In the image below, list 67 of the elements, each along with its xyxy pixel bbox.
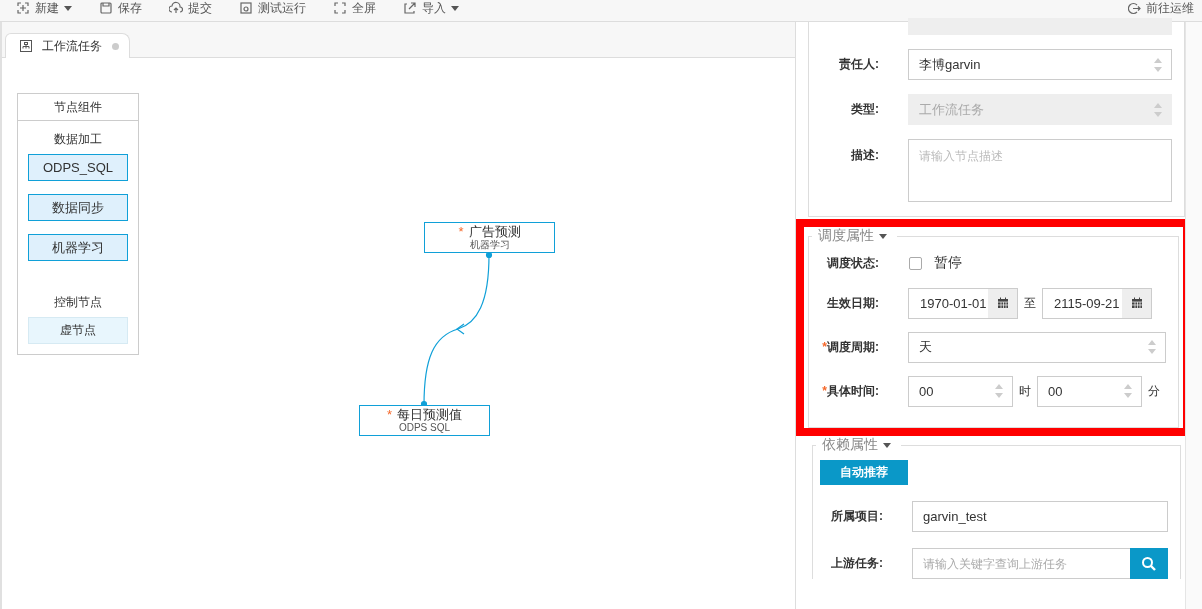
- field-label: *调度周期:: [821, 338, 879, 356]
- spinner-icon[interactable]: [1123, 383, 1133, 399]
- node-title: * 每日预测值: [386, 408, 463, 422]
- description-field[interactable]: 请输入节点描述: [908, 139, 1172, 202]
- toolbar-button[interactable]: 提交: [169, 1, 212, 15]
- search-icon: [1141, 555, 1157, 572]
- field-label: 所属项目:: [830, 508, 883, 525]
- group-title: 控制节点: [54, 294, 102, 311]
- toolbar-button[interactable]: 导入: [403, 1, 459, 15]
- calendar-icon: [1130, 297, 1143, 309]
- calendar-button[interactable]: [1122, 288, 1151, 318]
- node-type: 机器学习: [469, 239, 510, 250]
- node-title: * 广告预测: [458, 225, 521, 239]
- group-title: 数据加工: [54, 131, 102, 148]
- node-type: ODPS SQL: [398, 422, 451, 433]
- component-item[interactable]: ODPS_SQL: [28, 154, 128, 181]
- component-item[interactable]: 机器学习: [28, 234, 128, 261]
- panel-title: 节点组件: [54, 98, 102, 116]
- select-field[interactable]: 天: [908, 331, 1166, 363]
- checkbox[interactable]: [909, 256, 922, 270]
- project-field[interactable]: garvin_test: [912, 501, 1168, 532]
- checkbox-label: 暂停: [934, 254, 962, 272]
- field-label: 描述:: [850, 147, 879, 164]
- date-field[interactable]: 1970-01-01: [908, 287, 1018, 319]
- field-label: 生效日期:: [826, 294, 879, 312]
- field-label: 责任人:: [838, 56, 879, 73]
- exit-icon: [1128, 1, 1141, 15]
- cloud-upload-icon: [169, 1, 183, 15]
- save-icon: [99, 1, 113, 15]
- workflow-node[interactable]: * 广告预测 机器学习: [424, 222, 555, 253]
- range-separator: 至: [1024, 294, 1036, 312]
- field-label: 上游任务:: [830, 555, 883, 572]
- date-field[interactable]: 2115-09-21: [1042, 287, 1152, 319]
- editor-tab[interactable]: 工作流任务: [5, 33, 130, 58]
- calendar-icon: [996, 297, 1009, 309]
- component-item[interactable]: 数据同步: [28, 194, 128, 221]
- toolbar-button[interactable]: 新建: [16, 1, 72, 15]
- calendar-button[interactable]: [988, 288, 1017, 318]
- goto-link[interactable]: 前往运维: [1128, 1, 1194, 15]
- unit-label: 时: [1019, 382, 1031, 400]
- hour-field[interactable]: 00: [908, 375, 1013, 407]
- section-title[interactable]: 依赖属性: [816, 436, 901, 454]
- field-label: 类型:: [850, 101, 879, 118]
- import-icon: [403, 1, 417, 15]
- component-item[interactable]: 虚节点: [28, 317, 128, 344]
- run-icon: [239, 1, 253, 15]
- caret-icon: [883, 442, 891, 448]
- field-label: *具体时间:: [821, 382, 879, 400]
- unsaved-dot-icon: [112, 42, 119, 50]
- unit-label: 分: [1148, 382, 1160, 400]
- spinner-icon[interactable]: [994, 383, 1004, 399]
- fullscreen-icon: [333, 1, 347, 15]
- section-title[interactable]: 调度属性: [812, 227, 897, 245]
- field-label: 调度状态:: [826, 254, 879, 272]
- spinner-icon[interactable]: [1153, 56, 1163, 73]
- workflow-icon: [20, 40, 32, 52]
- select-field[interactable]: 李博garvin: [908, 49, 1172, 80]
- toolbar-button[interactable]: 保存: [99, 1, 142, 15]
- toolbar-button[interactable]: 测试运行: [239, 1, 306, 15]
- spinner-icon[interactable]: [1147, 339, 1157, 355]
- minute-field[interactable]: 00: [1037, 375, 1142, 407]
- toolbar-button[interactable]: 全屏: [333, 1, 376, 15]
- search-field[interactable]: 请输入关键字查询上游任务: [912, 548, 1130, 579]
- add-icon: [16, 1, 30, 15]
- caret-icon: [879, 233, 887, 239]
- search-button[interactable]: [1130, 548, 1168, 579]
- workflow-node[interactable]: * 每日预测值 ODPS SQL: [359, 405, 490, 436]
